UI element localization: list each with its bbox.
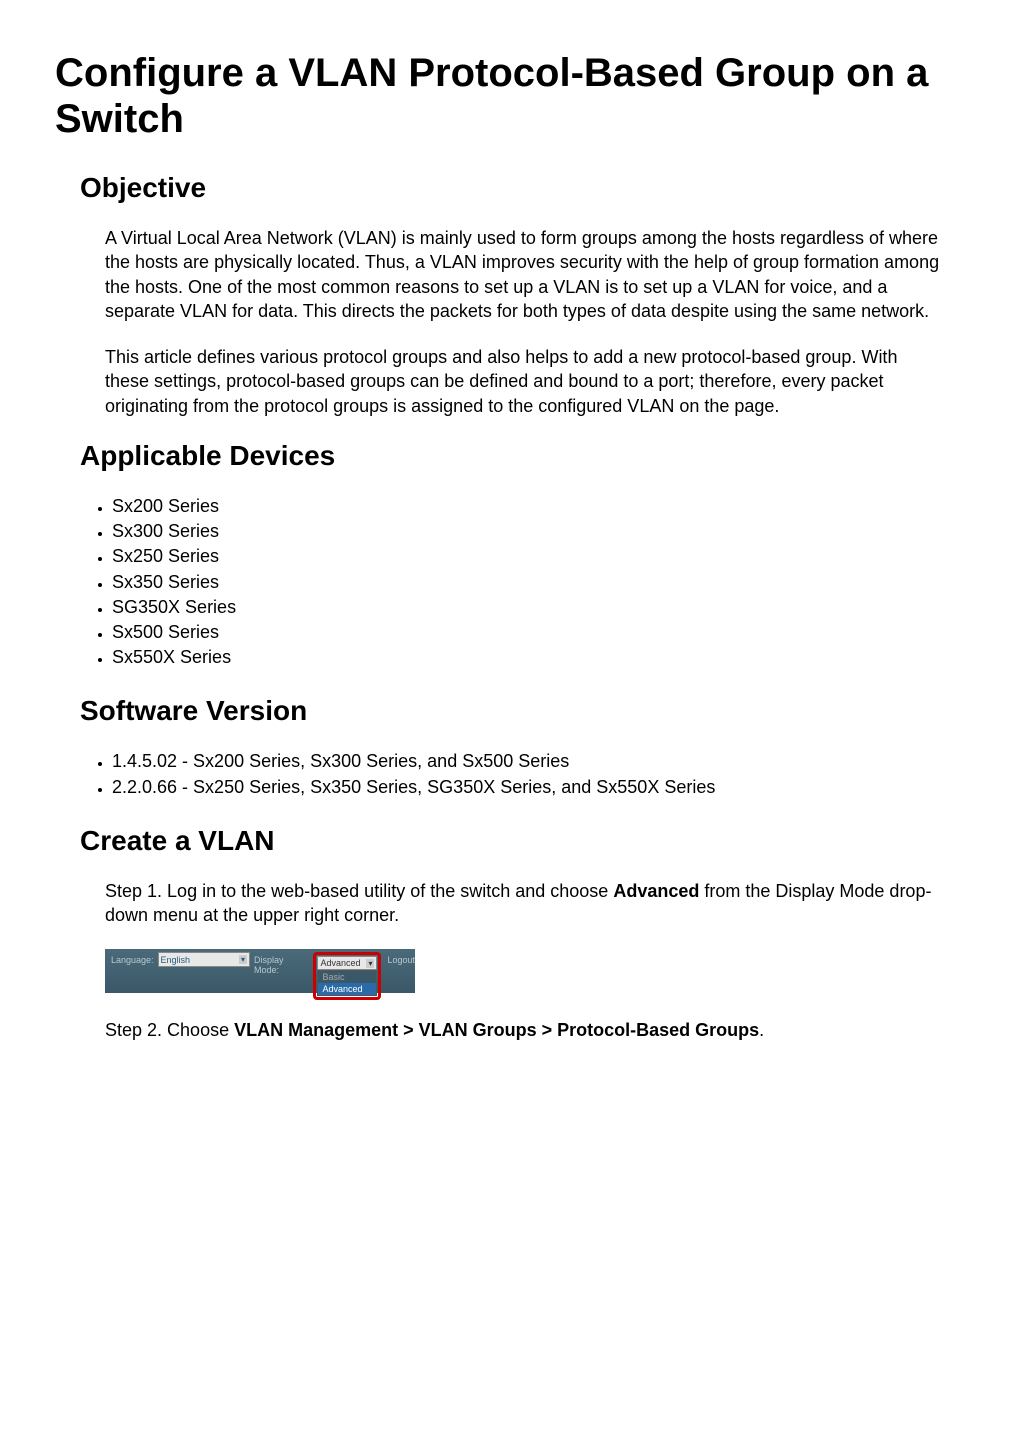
step-2-prefix: Step 2. Choose — [105, 1020, 234, 1040]
step-2-text: Step 2. Choose VLAN Management > VLAN Gr… — [105, 1018, 945, 1042]
language-value: English — [161, 955, 191, 965]
objective-heading: Objective — [80, 172, 965, 204]
list-item: 1.4.5.02 - Sx200 Series, Sx300 Series, a… — [112, 749, 965, 774]
list-item: Sx550X Series — [112, 645, 965, 670]
applicable-devices-list: Sx200 Series Sx300 Series Sx250 Series S… — [105, 494, 965, 670]
create-vlan-heading: Create a VLAN — [80, 825, 965, 857]
list-item: 2.2.0.66 - Sx250 Series, Sx350 Series, S… — [112, 775, 965, 800]
logout-link[interactable]: Logout — [387, 955, 415, 965]
software-version-heading: Software Version — [80, 695, 965, 727]
step-1-bold: Advanced — [613, 881, 699, 901]
list-item: Sx350 Series — [112, 570, 965, 595]
list-item: SG350X Series — [112, 595, 965, 620]
applicable-devices-heading: Applicable Devices — [80, 440, 965, 472]
screenshot-display-mode: Language: English Display Mode: Advanced… — [105, 949, 415, 993]
list-item: Sx300 Series — [112, 519, 965, 544]
display-mode-select[interactable]: Advanced — [317, 956, 377, 970]
list-item: Sx500 Series — [112, 620, 965, 645]
language-select[interactable]: English — [158, 952, 251, 967]
list-item: Sx250 Series — [112, 544, 965, 569]
step-2-bold: VLAN Management > VLAN Groups > Protocol… — [234, 1020, 759, 1040]
language-label: Language: — [111, 955, 154, 965]
display-mode-value: Advanced — [320, 958, 360, 968]
display-mode-dropdown: Basic Advanced — [317, 970, 377, 996]
step-2-suffix: . — [759, 1020, 764, 1040]
dropdown-option-basic[interactable]: Basic — [318, 971, 376, 983]
list-item: Sx200 Series — [112, 494, 965, 519]
objective-paragraph-2: This article defines various protocol gr… — [105, 345, 945, 418]
step-1-text: Step 1. Log in to the web-based utility … — [105, 879, 945, 928]
page-title: Configure a VLAN Protocol-Based Group on… — [55, 50, 965, 142]
step-1-prefix: Step 1. Log in to the web-based utility … — [105, 881, 613, 901]
display-mode-highlight: Advanced Basic Advanced — [313, 952, 381, 1000]
dropdown-option-advanced[interactable]: Advanced — [318, 983, 376, 995]
software-version-list: 1.4.5.02 - Sx200 Series, Sx300 Series, a… — [105, 749, 965, 799]
objective-paragraph-1: A Virtual Local Area Network (VLAN) is m… — [105, 226, 945, 323]
display-mode-label: Display Mode: — [254, 955, 309, 975]
